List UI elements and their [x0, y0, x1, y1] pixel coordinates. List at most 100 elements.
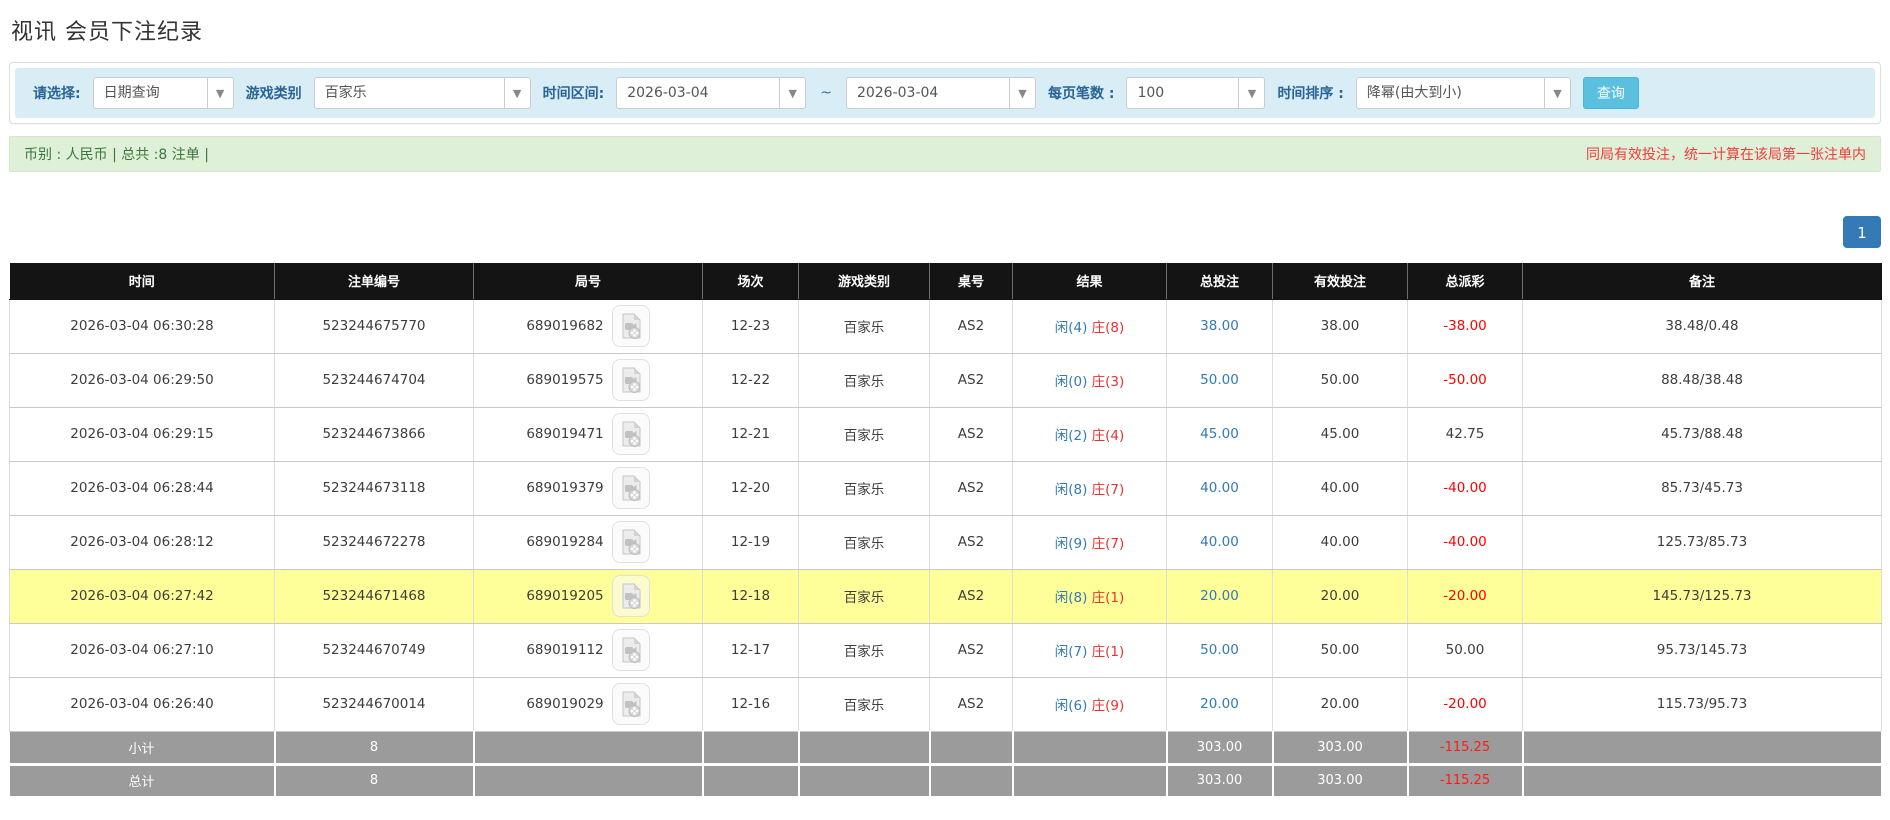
payout: -50.00	[1407, 352, 1523, 408]
table-row: 2026-03-04 06:28:44 523244673118 6890193…	[9, 460, 1882, 516]
chevron-down-icon[interactable]: ▼	[503, 77, 531, 109]
game-type: 百家乐	[798, 514, 930, 570]
grand-total-total-bet: 303.00	[1166, 764, 1274, 799]
table-number: AS2	[929, 460, 1013, 516]
round-cell: 689019112	[473, 622, 703, 678]
subtotal-label: 小计	[9, 731, 276, 766]
date-to-picker[interactable]: 2026-03-04 ▼	[845, 77, 1036, 109]
chevron-down-icon[interactable]: ▼	[206, 77, 234, 109]
column-header: 备注	[1522, 263, 1882, 300]
round-id: 689019471	[526, 426, 604, 442]
round-id: 689019205	[526, 588, 604, 604]
subtotal-total-bet: 303.00	[1166, 731, 1274, 766]
column-header: 游戏类别	[798, 263, 930, 300]
subtotal-payout: -115.25	[1407, 731, 1524, 766]
result-cell: 闲(6) 庄(9)	[1012, 676, 1167, 732]
game-type: 百家乐	[798, 676, 930, 732]
result-cell: 闲(0) 庄(3)	[1012, 352, 1167, 408]
session-number: 12-17	[702, 622, 799, 678]
round-id: 689019284	[526, 534, 604, 550]
valid-bet: 20.00	[1272, 568, 1408, 624]
chevron-down-icon[interactable]: ▼	[1543, 77, 1571, 109]
payout: -38.00	[1407, 298, 1523, 354]
video-file-icon	[622, 529, 641, 555]
banker-result: 庄(1)	[1091, 590, 1125, 606]
round-cell: 689019682	[473, 298, 703, 354]
bet-time: 2026-03-04 06:27:42	[9, 568, 275, 624]
search-button[interactable]: 查询	[1582, 77, 1639, 109]
banker-result: 庄(8)	[1091, 320, 1125, 336]
grand-total-payout: -115.25	[1407, 764, 1524, 799]
betting-records-table: 时间 注单编号 局号 场次 游戏类别 桌号 结果 总投注 有效投注 总派彩 备注 2026-03-0…	[9, 263, 1883, 799]
total-bet-link[interactable]: 40.00	[1200, 534, 1239, 550]
video-replay-button[interactable]	[611, 521, 650, 563]
bet-id: 523244670014	[274, 676, 474, 732]
valid-bet: 40.00	[1272, 514, 1408, 570]
total-bet-link[interactable]: 50.00	[1200, 642, 1239, 658]
round-cell: 689019471	[473, 406, 703, 462]
query-type-select[interactable]: 日期查询 ▼	[92, 77, 234, 109]
remark: 115.73/95.73	[1522, 676, 1882, 732]
table-number: AS2	[929, 514, 1013, 570]
table-number: AS2	[929, 622, 1013, 678]
video-replay-button[interactable]	[611, 359, 650, 401]
total-bet-link[interactable]: 20.00	[1200, 588, 1239, 604]
video-replay-button[interactable]	[611, 413, 650, 455]
video-replay-button[interactable]	[611, 305, 650, 347]
bet-time: 2026-03-04 06:28:12	[9, 514, 275, 570]
header-row: 时间 注单编号 局号 场次 游戏类别 桌号 结果 总投注 有效投注 总派彩 备注	[9, 263, 1882, 300]
sort-order-value[interactable]: 降幂(由大到小)	[1355, 77, 1544, 109]
round-id: 689019379	[526, 480, 604, 496]
sort-order-select[interactable]: 降幂(由大到小) ▼	[1355, 77, 1571, 109]
per-page-select[interactable]: 100 ▼	[1126, 77, 1266, 109]
payout: 42.75	[1407, 406, 1523, 462]
column-header: 有效投注	[1272, 263, 1408, 300]
player-result: 闲(6)	[1054, 698, 1088, 714]
subtotal-valid-bet: 303.00	[1272, 731, 1409, 766]
date-from-picker[interactable]: 2026-03-04 ▼	[616, 77, 807, 109]
table-row: 2026-03-04 06:29:15 523244673866 6890194…	[9, 406, 1882, 462]
payout: 50.00	[1407, 622, 1523, 678]
game-type-value[interactable]: 百家乐	[313, 77, 504, 109]
query-type-value[interactable]: 日期查询	[92, 77, 207, 109]
total-bet-cell: 50.00	[1166, 622, 1273, 678]
video-replay-button[interactable]	[611, 467, 650, 509]
total-bet-link[interactable]: 50.00	[1200, 372, 1239, 388]
total-bet-link[interactable]: 38.00	[1200, 318, 1239, 334]
summary-bar: 币别 : 人民币 | 总共 :8 注单 | 同局有效投注，统一计算在该局第一张注…	[9, 136, 1881, 172]
total-bet-link[interactable]: 40.00	[1200, 480, 1239, 496]
date-from-value[interactable]: 2026-03-04	[616, 77, 780, 109]
video-replay-button[interactable]	[611, 683, 650, 725]
remark: 95.73/145.73	[1522, 622, 1882, 678]
column-header: 总投注	[1166, 263, 1273, 300]
filter-panel: 请选择: 日期查询 ▼ 游戏类别 百家乐 ▼ 时间区间: 2026-03-04 …	[9, 62, 1881, 124]
total-bet-link[interactable]: 45.00	[1200, 426, 1239, 442]
chevron-down-icon[interactable]: ▼	[779, 77, 807, 109]
round-cell: 689019575	[473, 352, 703, 408]
banker-result: 庄(1)	[1091, 644, 1125, 660]
valid-bet: 50.00	[1272, 622, 1408, 678]
total-bet-cell: 45.00	[1166, 406, 1273, 462]
video-replay-button[interactable]	[611, 629, 650, 671]
result-cell: 闲(8) 庄(7)	[1012, 460, 1167, 516]
bet-time: 2026-03-04 06:28:44	[9, 460, 275, 516]
per-page-value[interactable]: 100	[1126, 77, 1239, 109]
player-result: 闲(0)	[1054, 374, 1088, 390]
chevron-down-icon[interactable]: ▼	[1008, 77, 1036, 109]
game-type: 百家乐	[798, 406, 930, 462]
player-result: 闲(8)	[1054, 590, 1088, 606]
table-row: 2026-03-04 06:27:42 523244671468 6890192…	[9, 568, 1882, 624]
banker-result: 庄(7)	[1091, 482, 1125, 498]
table-row: 2026-03-04 06:26:40 523244670014 6890190…	[9, 676, 1882, 732]
total-bet-link[interactable]: 20.00	[1200, 696, 1239, 712]
date-to-value[interactable]: 2026-03-04	[845, 77, 1009, 109]
table-number: AS2	[929, 568, 1013, 624]
valid-bet: 40.00	[1272, 460, 1408, 516]
page-1-button[interactable]: 1	[1843, 216, 1881, 248]
per-page-label: 每页笔数 :	[1047, 86, 1115, 102]
game-type-select[interactable]: 百家乐 ▼	[313, 77, 531, 109]
video-replay-button[interactable]	[611, 575, 650, 617]
chevron-down-icon[interactable]: ▼	[1238, 77, 1266, 109]
result-cell: 闲(7) 庄(1)	[1012, 622, 1167, 678]
bet-id: 523244672278	[274, 514, 474, 570]
